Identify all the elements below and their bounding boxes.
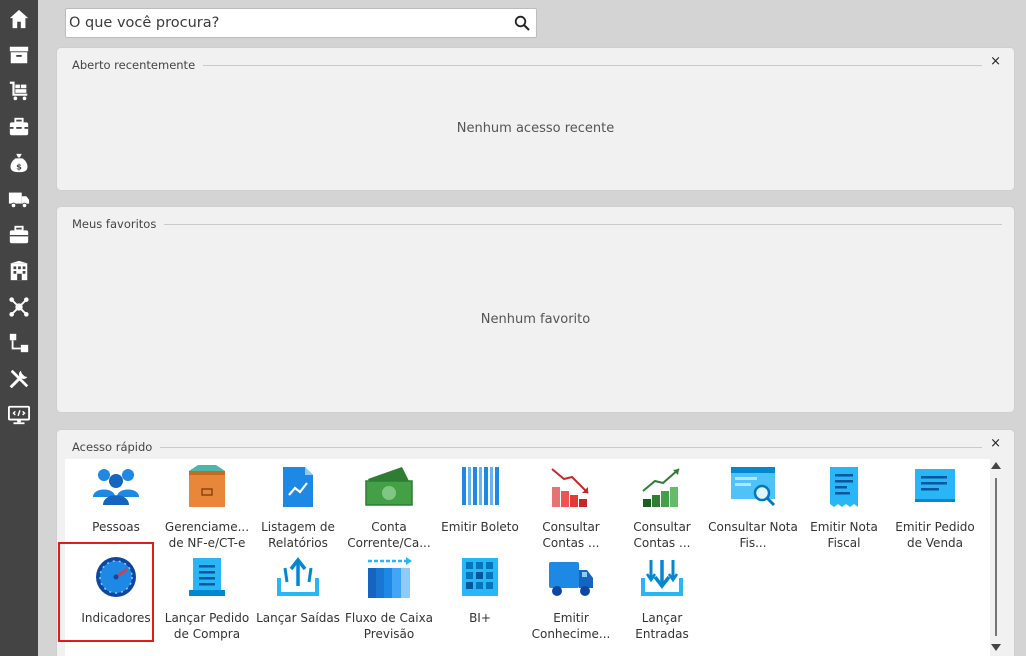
building-icon[interactable] <box>7 259 31 283</box>
truck-icon[interactable] <box>7 187 31 211</box>
quick-item-pedido-venda[interactable]: Emitir Pedido de Venda <box>890 465 980 551</box>
upload-arrows-icon <box>277 557 319 596</box>
quick-item-label: Gerenciame... de NF-e/CT-e <box>164 520 250 550</box>
tools-icon[interactable] <box>7 367 31 391</box>
quick-item-label: Lançar Entradas <box>635 611 689 641</box>
box-icon <box>189 465 225 507</box>
chart-down-icon <box>551 468 589 507</box>
quick-item-bi[interactable]: BI+ <box>435 556 525 626</box>
quick-item-label: Conta Corrente/Ca... <box>347 520 431 550</box>
search-input[interactable] <box>69 10 509 36</box>
truck-blue-icon <box>549 562 593 596</box>
quick-item-label: Lançar Saídas <box>256 611 340 625</box>
quick-item-label: Fluxo de Caixa Previsão <box>344 611 434 641</box>
quick-item-conta-corrente[interactable]: Conta Corrente/Ca... <box>344 465 434 551</box>
flow-icon[interactable] <box>7 331 31 355</box>
close-icon[interactable]: × <box>990 437 1001 451</box>
recent-title: Aberto recentemente <box>72 58 204 72</box>
quick-item-relatorios[interactable]: Listagem de Relatórios <box>253 465 343 551</box>
cash-icon <box>365 467 413 506</box>
quick-access-panel: Acesso rápido × Pessoas Gerenciame... de… <box>57 430 1014 656</box>
report-chart-icon <box>283 467 313 507</box>
quick-item-nota-fiscal[interactable]: Consultar Nota Fis... <box>708 465 798 551</box>
document-list-icon <box>189 558 225 596</box>
quick-item-nfe[interactable]: Gerenciame... de NF-e/CT-e <box>162 465 252 551</box>
quick-item-conhecimento[interactable]: Emitir Conhecime... <box>526 556 616 642</box>
briefcase-icon[interactable] <box>7 223 31 247</box>
quick-item-label: Pessoas <box>92 520 140 534</box>
archive-icon[interactable] <box>7 43 31 67</box>
favorites-title: Meus favoritos <box>72 217 165 231</box>
network-icon[interactable] <box>7 295 31 319</box>
favorites-empty-message: Nenhum favorito <box>480 312 591 327</box>
sidebar: $ <box>0 0 38 656</box>
quick-item-fluxo-caixa[interactable]: Fluxo de Caixa Previsão <box>344 556 434 642</box>
monitor-list-icon <box>915 469 955 502</box>
money-bag-icon[interactable]: $ <box>7 151 31 175</box>
svg-text:$: $ <box>16 161 22 171</box>
download-arrows-icon <box>641 560 683 596</box>
quick-item-label: Listagem de Relatórios <box>261 520 335 550</box>
quick-item-label: Emitir Nota Fiscal <box>810 520 878 550</box>
recent-empty-message: Nenhum acesso recente <box>456 121 615 136</box>
quick-item-boleto[interactable]: Emitir Boleto <box>435 465 525 535</box>
home-icon[interactable] <box>7 7 31 31</box>
quick-item-label: Emitir Boleto <box>441 520 519 534</box>
quick-item-pessoas[interactable]: Pessoas <box>71 465 161 535</box>
quick-item-indicadores[interactable]: Indicadores <box>71 556 161 626</box>
quick-access-title: Acesso rápido <box>72 440 161 454</box>
favorites-divider <box>157 224 1002 225</box>
search-icon[interactable] <box>514 15 530 31</box>
quick-item-label: Consultar Nota Fis... <box>708 520 798 550</box>
cashflow-bars-icon <box>368 557 412 598</box>
chart-up-icon <box>642 468 680 507</box>
recent-panel: Aberto recentemente × Nenhum acesso rece… <box>57 48 1014 190</box>
barcode-icon <box>462 467 499 505</box>
quick-item-label: Consultar Contas ... <box>633 520 691 550</box>
quick-item-label: Consultar Contas ... <box>542 520 600 550</box>
speedometer-icon <box>96 557 136 597</box>
favorites-panel: Meus favoritos Nenhum favorito <box>57 207 1014 412</box>
grid-bi-icon <box>462 558 498 596</box>
quick-item-pedido-compra[interactable]: Lançar Pedido de Compra <box>162 556 252 642</box>
recent-divider <box>182 65 982 66</box>
toolbox-icon[interactable] <box>7 115 31 139</box>
quick-item-label: Emitir Pedido de Venda <box>895 520 975 550</box>
browser-search-icon <box>731 467 776 507</box>
quick-item-emitir-nota[interactable]: Emitir Nota Fiscal <box>799 465 889 551</box>
quick-item-label: BI+ <box>469 611 491 625</box>
cart-icon[interactable] <box>7 79 31 103</box>
quick-item-label: Emitir Conhecime... <box>531 611 611 641</box>
scrollbar[interactable] <box>990 460 1002 656</box>
search-box <box>65 8 537 38</box>
scroll-up-icon[interactable] <box>991 462 1001 469</box>
code-monitor-icon[interactable] <box>7 403 31 427</box>
scroll-down-icon[interactable] <box>991 644 1001 651</box>
people-icon <box>93 469 139 505</box>
quick-item-lancar-entradas[interactable]: Lançar Entradas <box>617 556 707 642</box>
quick-item-contas-pagar[interactable]: Consultar Contas ... <box>526 465 616 551</box>
quick-access-grid: Pessoas Gerenciame... de NF-e/CT-e Lista… <box>65 459 990 656</box>
receipt-icon <box>830 467 858 507</box>
quick-divider <box>149 447 982 448</box>
quick-item-contas-receber[interactable]: Consultar Contas ... <box>617 465 707 551</box>
scroll-thumb[interactable] <box>995 478 997 636</box>
quick-item-label: Indicadores <box>81 611 151 625</box>
quick-item-lancar-saidas[interactable]: Lançar Saídas <box>253 556 343 626</box>
close-icon[interactable]: × <box>990 55 1001 69</box>
quick-item-label: Lançar Pedido de Compra <box>164 611 250 641</box>
